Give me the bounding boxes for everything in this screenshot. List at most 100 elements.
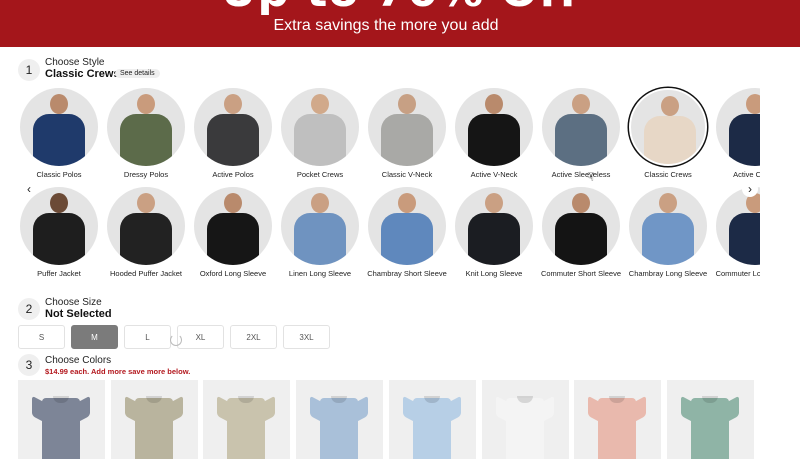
- style-option[interactable]: Active Sleeveless: [540, 86, 622, 179]
- step-number-2: 2: [18, 298, 40, 320]
- chevron-right-icon: ›: [748, 182, 752, 196]
- style-option[interactable]: Classic Crews: [627, 86, 709, 179]
- tshirt-icon: [217, 392, 276, 459]
- style-option[interactable]: Puffer Jacket: [18, 185, 100, 278]
- step-label-colors: Choose Colors: [45, 355, 112, 366]
- model-garment: [555, 114, 607, 166]
- color-swatch[interactable]: [203, 380, 291, 459]
- style-option-label: Classic V-Neck: [381, 170, 433, 179]
- style-option-label: Commuter Short Sleeve: [540, 269, 622, 278]
- style-option[interactable]: Hooded Puffer Jacket: [105, 185, 187, 278]
- model-garment: [207, 114, 259, 166]
- style-option-label: Active Sleeveless: [551, 170, 611, 179]
- style-option[interactable]: Pocket Crews: [279, 86, 361, 179]
- step-number-3: 3: [18, 354, 40, 376]
- style-photo: [107, 88, 185, 166]
- color-swatch[interactable]: [666, 380, 754, 459]
- shirt-body: [227, 398, 266, 459]
- style-photo: [281, 88, 359, 166]
- selected-size: Not Selected: [45, 308, 112, 320]
- carousel-next-button[interactable]: ›: [742, 181, 758, 197]
- style-option[interactable]: Classic Polos: [18, 86, 100, 179]
- model-garment: [729, 114, 760, 166]
- color-swatch[interactable]: [296, 380, 384, 459]
- style-option[interactable]: Active V-Neck: [453, 86, 535, 179]
- tshirt-icon: [588, 392, 647, 459]
- size-button[interactable]: M: [71, 325, 118, 349]
- model-garment: [33, 213, 85, 265]
- shirt-body: [134, 398, 173, 459]
- style-option[interactable]: Active Crews: [714, 86, 760, 179]
- model-garment: [294, 213, 346, 265]
- size-button[interactable]: XL: [177, 325, 224, 349]
- model-head: [311, 193, 329, 213]
- style-option-label: Hooded Puffer Jacket: [110, 269, 182, 278]
- style-photo: [20, 88, 98, 166]
- color-swatch[interactable]: [18, 380, 105, 459]
- style-option[interactable]: Dressy Polos: [105, 86, 187, 179]
- style-option-label: Chambray Short Sleeve: [367, 269, 447, 278]
- shirt-body: [690, 398, 729, 459]
- tshirt-icon: [680, 392, 739, 459]
- style-option-label: Chambray Long Sleeve: [628, 269, 708, 278]
- shirt-body: [320, 398, 359, 459]
- model-garment: [468, 213, 520, 265]
- color-swatch[interactable]: [388, 380, 476, 459]
- style-photo: [542, 187, 620, 265]
- promo-banner: Up to 70% Off Extra savings the more you…: [0, 0, 800, 47]
- model-head: [485, 94, 503, 114]
- shirt-body: [598, 398, 637, 459]
- model-garment: [642, 213, 694, 265]
- style-photo: [368, 88, 446, 166]
- color-swatch[interactable]: [110, 380, 198, 459]
- style-carousel: Classic Polos Dressy Polos Active Polos Poc…: [18, 86, 760, 286]
- tshirt-icon: [32, 392, 90, 459]
- style-option-label: Active Polos: [212, 170, 254, 179]
- size-button[interactable]: 3XL: [283, 325, 330, 349]
- size-button[interactable]: S: [18, 325, 65, 349]
- style-option-label: Classic Polos: [36, 170, 82, 179]
- size-button[interactable]: L: [124, 325, 171, 349]
- style-option-label: Active Crews: [733, 170, 760, 179]
- style-photo: [716, 187, 760, 265]
- model-head: [746, 94, 760, 114]
- model-head: [572, 94, 590, 114]
- style-option[interactable]: Commuter Short Sleeve: [540, 185, 622, 278]
- style-photo: [368, 187, 446, 265]
- color-swatch[interactable]: [574, 380, 662, 459]
- style-option[interactable]: Knit Long Sleeve: [453, 185, 535, 278]
- step-label-style: Choose Style: [45, 57, 105, 68]
- style-option[interactable]: Chambray Short Sleeve: [366, 185, 448, 278]
- model-garment: [120, 213, 172, 265]
- style-option-label: Knit Long Sleeve: [465, 269, 523, 278]
- model-head: [572, 193, 590, 213]
- style-photo: [455, 88, 533, 166]
- style-photo: [716, 88, 760, 166]
- tshirt-icon: [495, 392, 554, 459]
- model-garment: [207, 213, 259, 265]
- model-garment: [644, 116, 696, 164]
- style-option[interactable]: Commuter Long Sleeve: [714, 185, 760, 278]
- style-option[interactable]: Classic V-Neck: [366, 86, 448, 179]
- chevron-left-icon: ‹: [27, 182, 31, 196]
- model-head: [224, 193, 242, 213]
- style-option-label: Oxford Long Sleeve: [199, 269, 267, 278]
- size-button[interactable]: 2XL: [230, 325, 277, 349]
- carousel-prev-button[interactable]: ‹: [21, 181, 37, 197]
- style-photo: [107, 187, 185, 265]
- color-swatch[interactable]: [481, 380, 569, 459]
- model-head: [311, 94, 329, 114]
- see-details-button[interactable]: See details: [115, 69, 160, 78]
- style-option[interactable]: Linen Long Sleeve: [279, 185, 361, 278]
- style-option[interactable]: Chambray Long Sleeve: [627, 185, 709, 278]
- model-garment: [120, 114, 172, 166]
- style-option-label: Classic Crews: [644, 170, 692, 179]
- hand-pointer-icon: ☟: [587, 170, 595, 184]
- style-photo: [629, 187, 707, 265]
- style-option[interactable]: Oxford Long Sleeve: [192, 185, 274, 278]
- style-option-label: Active V-Neck: [470, 170, 518, 179]
- tshirt-icon: [124, 392, 183, 459]
- style-option[interactable]: Active Polos: [192, 86, 274, 179]
- banner-headline: Up to 70% Off: [0, 0, 800, 17]
- step-number-1: 1: [18, 59, 40, 81]
